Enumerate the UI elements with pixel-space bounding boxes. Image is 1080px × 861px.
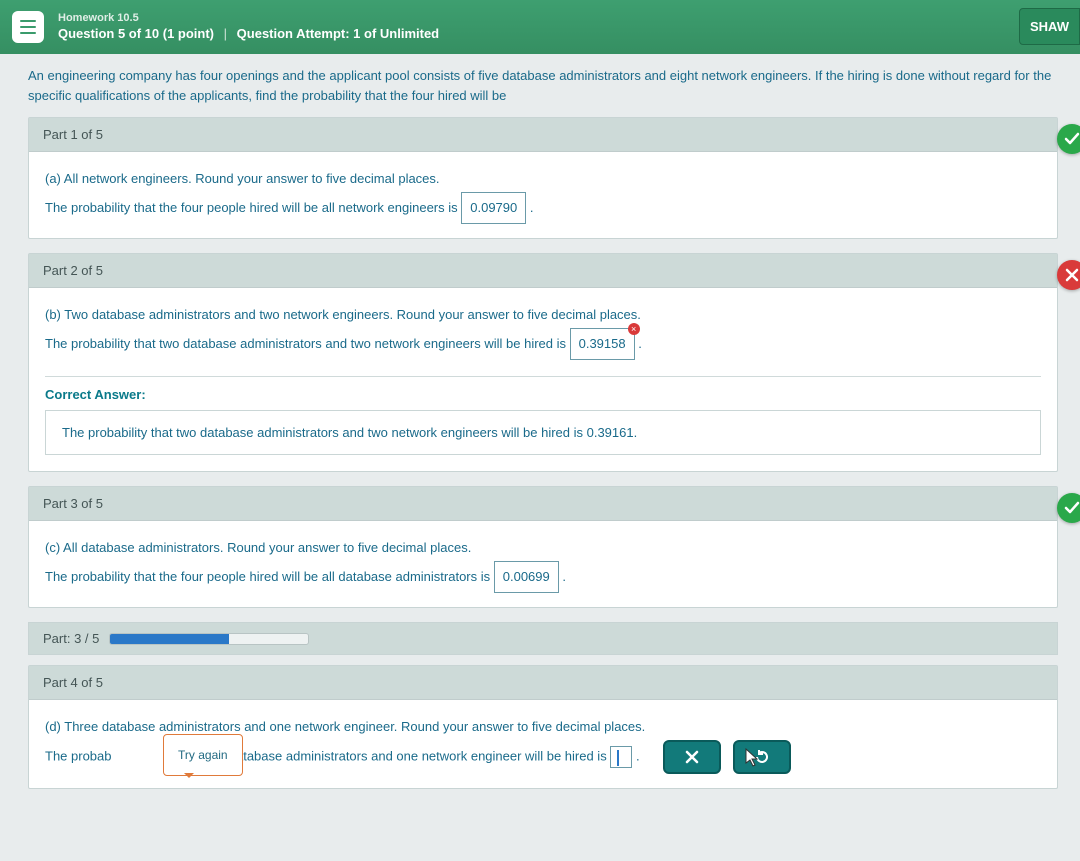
sentence-pre: The probability that the four people hir…: [45, 200, 461, 215]
menu-icon[interactable]: [12, 11, 44, 43]
answer-input[interactable]: 0.39158 ×: [570, 328, 635, 360]
sentence-pre: The probability that two database admini…: [45, 336, 570, 351]
part-2-card: Part 2 of 5 (b) Two database administrat…: [28, 253, 1058, 472]
progress-row: Part: 3 / 5: [28, 622, 1058, 655]
check-icon: [1057, 493, 1080, 523]
attempt-info: Question Attempt: 1 of Unlimited: [237, 26, 439, 41]
answer-input[interactable]: [610, 746, 632, 768]
sentence-pre: The probab: [45, 748, 112, 763]
part-1-card: Part 1 of 5 (a) All network engineers. R…: [28, 117, 1058, 239]
part-prompt: (b) Two database administrators and two …: [45, 302, 1041, 328]
part-4-card: Part 4 of 5 (d) Three database administr…: [28, 665, 1058, 789]
correct-answer-text: The probability that two database admini…: [45, 410, 1041, 455]
sentence-post: .: [636, 748, 640, 763]
part-header: Part 3 of 5: [29, 487, 1057, 521]
correct-answer-label: Correct Answer:: [45, 387, 1041, 402]
content-area: An engineering company has four openings…: [0, 54, 1080, 789]
user-button[interactable]: SHAW: [1019, 8, 1080, 45]
sentence-mid: database administrators and one network …: [229, 748, 611, 763]
header-title-block: Homework 10.5 Question 5 of 10 (1 point)…: [58, 11, 439, 42]
answer-input[interactable]: 0.00699: [494, 561, 559, 593]
part-header: Part 4 of 5: [29, 666, 1057, 700]
answer-input[interactable]: 0.09790: [461, 192, 526, 224]
x-icon: [1057, 260, 1080, 290]
question-number: Question 5 of 10 (1 point): [58, 26, 214, 41]
part-prompt: (c) All database administrators. Round y…: [45, 535, 1041, 561]
question-intro: An engineering company has four openings…: [28, 66, 1058, 105]
sentence-post: .: [638, 336, 642, 351]
part-prompt: (a) All network engineers. Round your an…: [45, 166, 1041, 192]
part-header: Part 1 of 5: [29, 118, 1057, 152]
header-bar: Homework 10.5 Question 5 of 10 (1 point)…: [0, 0, 1080, 54]
sentence-pre: The probability that the four people hir…: [45, 569, 494, 584]
check-icon: [1057, 124, 1080, 154]
homework-title: Homework 10.5: [58, 11, 439, 25]
clear-button[interactable]: [663, 740, 721, 774]
progress-bar: [109, 633, 309, 645]
progress-label: Part: 3 / 5: [43, 631, 99, 646]
wrong-badge-icon: ×: [628, 323, 640, 335]
sentence-post: .: [562, 569, 566, 584]
try-again-tooltip[interactable]: Try again: [163, 734, 243, 776]
reset-button[interactable]: [733, 740, 791, 774]
part-3-card: Part 3 of 5 (c) All database administrat…: [28, 486, 1058, 608]
part-header: Part 2 of 5: [29, 254, 1057, 288]
correct-answer-block: Correct Answer: The probability that two…: [45, 387, 1041, 455]
sentence-post: .: [530, 200, 534, 215]
progress-fill: [110, 634, 229, 644]
